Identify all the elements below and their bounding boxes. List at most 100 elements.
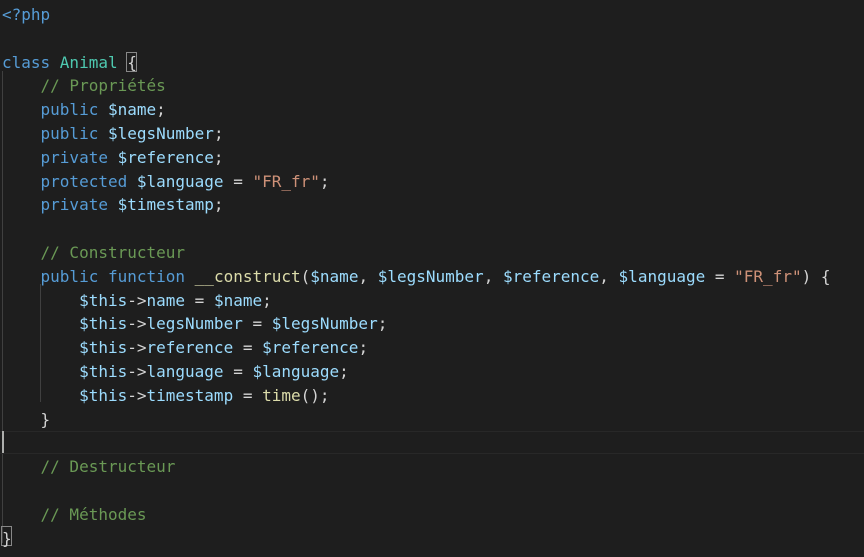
- code-token: __construct: [194, 266, 301, 286]
- code-token: =: [223, 362, 253, 381]
- code-token: ;: [213, 147, 224, 167]
- code-line[interactable]: class Animal {: [2, 51, 137, 75]
- code-token: ->: [127, 362, 147, 381]
- code-editor[interactable]: <?php class Animal { // Propriétés public…: [0, 0, 864, 557]
- code-token: ,: [358, 266, 378, 286]
- code-token: ) {: [801, 266, 831, 286]
- code-token: (: [300, 266, 311, 286]
- code-line[interactable]: $this->name = $name;: [2, 289, 272, 313]
- code-line[interactable]: // Méthodes: [2, 503, 147, 527]
- code-token: protected: [40, 171, 137, 191]
- code-token: legsNumber: [146, 314, 243, 334]
- code-token: $name: [310, 266, 359, 286]
- code-token: $this: [79, 385, 128, 405]
- code-token: $this: [79, 362, 128, 381]
- code-line[interactable]: // Propriétés: [2, 74, 166, 98]
- code-line[interactable]: }: [2, 408, 51, 432]
- code-token: =: [242, 314, 272, 334]
- code-line[interactable]: // Destructeur: [2, 455, 176, 479]
- text-cursor: [2, 431, 4, 453]
- code-line[interactable]: private $timestamp;: [2, 193, 224, 217]
- code-token: // Constructeur: [40, 243, 186, 262]
- code-line[interactable]: protected $language = "FR_fr";: [2, 170, 330, 194]
- code-token: reference: [146, 338, 234, 358]
- code-token: }: [40, 409, 51, 429]
- code-token: private: [40, 195, 118, 215]
- code-token: $this: [79, 290, 128, 310]
- code-line[interactable]: private $reference;: [2, 146, 224, 170]
- code-token: $legsNumber: [107, 124, 214, 143]
- code-token: name: [146, 290, 186, 310]
- code-line[interactable]: public function __construct($name, $legs…: [2, 265, 831, 289]
- code-token: ->: [127, 290, 147, 310]
- code-line[interactable]: // Constructeur: [2, 241, 186, 265]
- code-token: $timestamp: [117, 195, 214, 215]
- code-token: $reference: [502, 266, 600, 286]
- code-line[interactable]: $this->reference = $reference;: [2, 336, 368, 360]
- code-line[interactable]: }: [2, 527, 12, 551]
- code-token: =: [233, 385, 263, 405]
- code-line[interactable]: $this->legsNumber = $legsNumber;: [2, 312, 387, 336]
- code-token: ,: [599, 266, 619, 286]
- code-line[interactable]: $this->timestamp = time();: [2, 384, 329, 408]
- code-token: ;: [262, 290, 272, 310]
- code-token: public: [40, 124, 108, 143]
- code-token: ;: [377, 314, 388, 334]
- code-line[interactable]: <?php: [2, 3, 50, 27]
- code-token: =: [223, 171, 253, 191]
- code-token: // Propriétés: [40, 76, 166, 96]
- code-token: ;: [156, 100, 166, 120]
- code-line[interactable]: $this->language = $language;: [2, 360, 349, 384]
- current-line-highlight: [0, 431, 864, 454]
- code-token: ->: [127, 338, 147, 358]
- code-token: ->: [127, 314, 147, 334]
- code-token: class: [2, 52, 60, 72]
- code-token: $language: [136, 171, 224, 191]
- code-token: // Méthodes: [40, 504, 147, 524]
- code-line[interactable]: public $name;: [2, 98, 166, 122]
- code-token: $name: [213, 290, 263, 310]
- code-token: timestamp: [146, 385, 234, 405]
- code-token: Animal: [59, 52, 128, 72]
- code-token: "FR_fr": [734, 266, 802, 286]
- code-token: public: [40, 266, 108, 286]
- code-token: $reference: [262, 338, 359, 358]
- code-token: ;: [213, 195, 224, 215]
- code-token: {: [127, 52, 137, 72]
- code-token: $this: [79, 338, 128, 358]
- code-token: $language: [618, 266, 706, 286]
- code-token: public: [40, 100, 108, 120]
- code-token: ;: [213, 124, 224, 143]
- code-token: language: [146, 362, 224, 381]
- code-token: function: [107, 266, 195, 286]
- code-token: private: [40, 147, 118, 167]
- code-line[interactable]: public $legsNumber;: [2, 122, 224, 146]
- code-token: =: [233, 338, 263, 358]
- code-token: $name: [107, 100, 157, 120]
- code-token: ->: [127, 385, 147, 405]
- code-token: }: [2, 528, 12, 548]
- code-token: <?php: [2, 5, 51, 24]
- code-token: $language: [252, 362, 340, 381]
- code-token: $legsNumber: [377, 266, 484, 286]
- code-token: $reference: [117, 147, 214, 167]
- code-token: $legsNumber: [271, 314, 378, 334]
- code-token: ,: [483, 266, 503, 286]
- code-token: "FR_fr": [252, 171, 320, 191]
- code-token: =: [185, 290, 214, 310]
- code-token: ;: [358, 338, 369, 358]
- code-token: $this: [79, 314, 128, 334]
